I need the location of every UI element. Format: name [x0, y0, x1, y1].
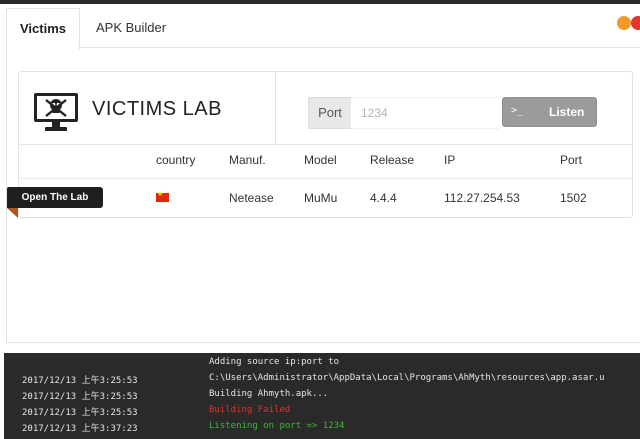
log-message: Building Ahmyth.apk... — [209, 389, 329, 399]
port-label: Port — [308, 97, 352, 129]
victims-card: VICTIMS LAB Port >_ Listen country Manuf… — [18, 71, 633, 218]
open-the-lab-button[interactable]: Open The Lab — [7, 187, 103, 208]
column-header-release: Release — [370, 153, 415, 167]
log-time: 2017/12/13 上午3:25:53 — [22, 376, 138, 386]
log-console[interactable]: Adding source ip:port to 2017/12/13 上午3:… — [4, 353, 640, 439]
log-time: 2017/12/13 上午3:37:23 — [22, 424, 138, 434]
column-header-port: Port — [560, 153, 583, 167]
terminal-icon: >_ — [511, 105, 524, 116]
ribbon-fold — [7, 208, 18, 218]
tab-victims[interactable]: Victims — [6, 8, 80, 50]
skull-monitor-icon — [34, 93, 78, 131]
cell-release: 4.4.4 — [370, 191, 397, 205]
china-flag-icon — [156, 190, 169, 202]
cell-port: 1502 — [560, 191, 587, 205]
column-header-ip: IP — [444, 153, 456, 167]
header-divider — [275, 72, 276, 144]
port-input[interactable] — [351, 97, 499, 129]
log-message-success: Listening on port => 1234 — [209, 421, 345, 431]
log-time: 2017/12/13 上午3:25:53 — [22, 408, 138, 418]
cell-model: MuMu — [304, 191, 338, 205]
listen-button[interactable]: >_ Listen — [502, 97, 597, 127]
window-close-button[interactable] — [631, 16, 640, 30]
table-row-divider — [19, 178, 632, 179]
tab-apk-builder[interactable]: APK Builder — [96, 8, 166, 48]
listen-button-label: Listen — [549, 105, 585, 119]
window-minimize-button[interactable] — [617, 16, 631, 30]
tab-bar: Victims APK Builder — [0, 4, 640, 50]
card-header: VICTIMS LAB Port >_ Listen — [19, 72, 632, 145]
column-header-country: country — [156, 153, 196, 167]
cell-ip: 112.27.254.53 — [444, 191, 520, 205]
cell-manuf: Netease — [229, 191, 274, 205]
column-header-model: Model — [304, 153, 337, 167]
column-header-manuf: Manuf. — [229, 153, 266, 167]
log-message-error: Building Failed — [209, 405, 291, 415]
page-title: VICTIMS LAB — [92, 98, 222, 120]
log-message: C:\Users\Administrator\AppData\Local\Pro… — [209, 373, 605, 383]
log-time: 2017/12/13 上午3:25:53 — [22, 392, 138, 402]
log-message: Adding source ip:port to — [209, 357, 340, 367]
